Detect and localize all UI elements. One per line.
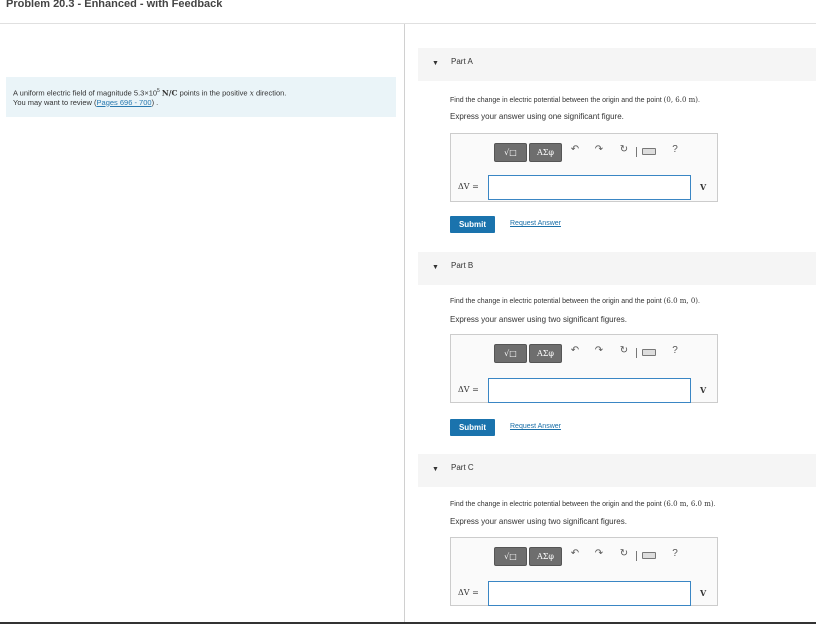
intro-line-1: A uniform electric field of magnitude 5.… — [13, 87, 389, 98]
question-text: . — [698, 298, 700, 305]
greek-symbols-button[interactable]: ΑΣφ — [529, 143, 562, 162]
title-bar: Problem 20.3 - Enhanced - with Feedback — [0, 0, 816, 24]
part-a-submit-button[interactable]: Submit — [450, 216, 495, 233]
review-pages-link[interactable]: Pages 696 - 700 — [97, 98, 152, 107]
toolbar-divider — [636, 551, 637, 561]
question-text: Find the change in electric potential be… — [450, 97, 664, 104]
delta-v-label: ΔV = — [458, 385, 479, 394]
reset-icon[interactable]: ↻ — [617, 345, 631, 356]
intro-text: points in the positive — [177, 88, 250, 98]
reset-icon[interactable]: ↻ — [617, 548, 631, 559]
intro-line-2: You may want to review (Pages 696 - 700)… — [13, 98, 389, 107]
unit-label: V — [700, 588, 707, 598]
intro-text: A uniform electric field of magnitude 5.… — [13, 88, 158, 98]
redo-icon[interactable]: ↷ — [592, 144, 606, 155]
reset-icon[interactable]: ↻ — [617, 144, 631, 155]
part-b-instruction: Express your answer using two significan… — [450, 315, 627, 324]
keyboard-icon[interactable] — [642, 349, 656, 356]
part-b-question: Find the change in electric potential be… — [450, 297, 700, 305]
part-c-header[interactable]: ▼ Part C — [418, 454, 816, 487]
part-b-label: Part B — [451, 261, 474, 270]
question-math: (6.0 m, 6.0 m) — [663, 500, 714, 508]
part-b-header[interactable]: ▼ Part B — [418, 252, 816, 285]
undo-icon[interactable]: ↶ — [568, 548, 582, 559]
part-c-question: Find the change in electric potential be… — [450, 500, 716, 508]
redo-icon[interactable]: ↷ — [592, 345, 606, 356]
part-a-instruction: Express your answer using one significan… — [450, 112, 624, 121]
intro-text: You may want to review ( — [13, 97, 97, 107]
intro-text: direction. — [253, 88, 287, 98]
question-math: (6.0 m, 0) — [663, 297, 699, 305]
part-a-header[interactable]: ▼ Part A — [418, 48, 816, 81]
question-text: . — [698, 97, 700, 104]
intro-unit: N/C — [161, 88, 178, 98]
redo-icon[interactable]: ↷ — [592, 548, 606, 559]
part-a-request-answer-link[interactable]: Request Answer — [510, 220, 561, 227]
templates-button[interactable]: √□ — [494, 143, 527, 162]
templates-button[interactable]: √□ — [494, 344, 527, 363]
unit-label: V — [700, 182, 707, 192]
undo-icon[interactable]: ↶ — [568, 345, 582, 356]
greek-symbols-button[interactable]: ΑΣφ — [529, 547, 562, 566]
part-b-answer-input[interactable] — [488, 378, 691, 403]
keyboard-icon[interactable] — [642, 148, 656, 155]
intro-text: ) . — [151, 97, 159, 107]
question-math: (0, 6.0 m) — [663, 96, 699, 104]
help-icon[interactable]: ? — [668, 548, 682, 559]
part-c-label: Part C — [451, 463, 474, 472]
delta-v-label: ΔV = — [458, 588, 479, 597]
question-text: . — [713, 501, 716, 508]
part-a-answer-input[interactable] — [488, 175, 691, 200]
question-text: Find the change in electric potential be… — [450, 298, 664, 305]
help-icon[interactable]: ? — [668, 345, 682, 356]
collapse-triangle-icon[interactable]: ▼ — [432, 264, 439, 271]
part-c-instruction: Express your answer using two significan… — [450, 517, 627, 526]
undo-icon[interactable]: ↶ — [568, 144, 582, 155]
collapse-triangle-icon[interactable]: ▼ — [432, 60, 439, 67]
toolbar-divider — [636, 147, 637, 157]
part-b-submit-button[interactable]: Submit — [450, 419, 495, 436]
left-pane: A uniform electric field of magnitude 5.… — [0, 24, 405, 624]
problem-intro: A uniform electric field of magnitude 5.… — [6, 77, 396, 117]
intro-exponent: 5 — [157, 88, 160, 94]
question-text: Find the change in electric potential be… — [450, 501, 664, 508]
keyboard-icon[interactable] — [642, 552, 656, 559]
page-title: Problem 20.3 - Enhanced - with Feedback — [6, 0, 223, 10]
part-a-question: Find the change in electric potential be… — [450, 96, 700, 104]
greek-symbols-button[interactable]: ΑΣφ — [529, 344, 562, 363]
part-a-label: Part A — [451, 57, 473, 66]
templates-button[interactable]: √□ — [494, 547, 527, 566]
unit-label: V — [700, 385, 707, 395]
delta-v-label: ΔV = — [458, 182, 479, 191]
toolbar-divider — [636, 348, 637, 358]
help-icon[interactable]: ? — [668, 144, 682, 155]
part-b-request-answer-link[interactable]: Request Answer — [510, 423, 561, 430]
part-c-answer-input[interactable] — [488, 581, 691, 606]
collapse-triangle-icon[interactable]: ▼ — [432, 466, 439, 473]
